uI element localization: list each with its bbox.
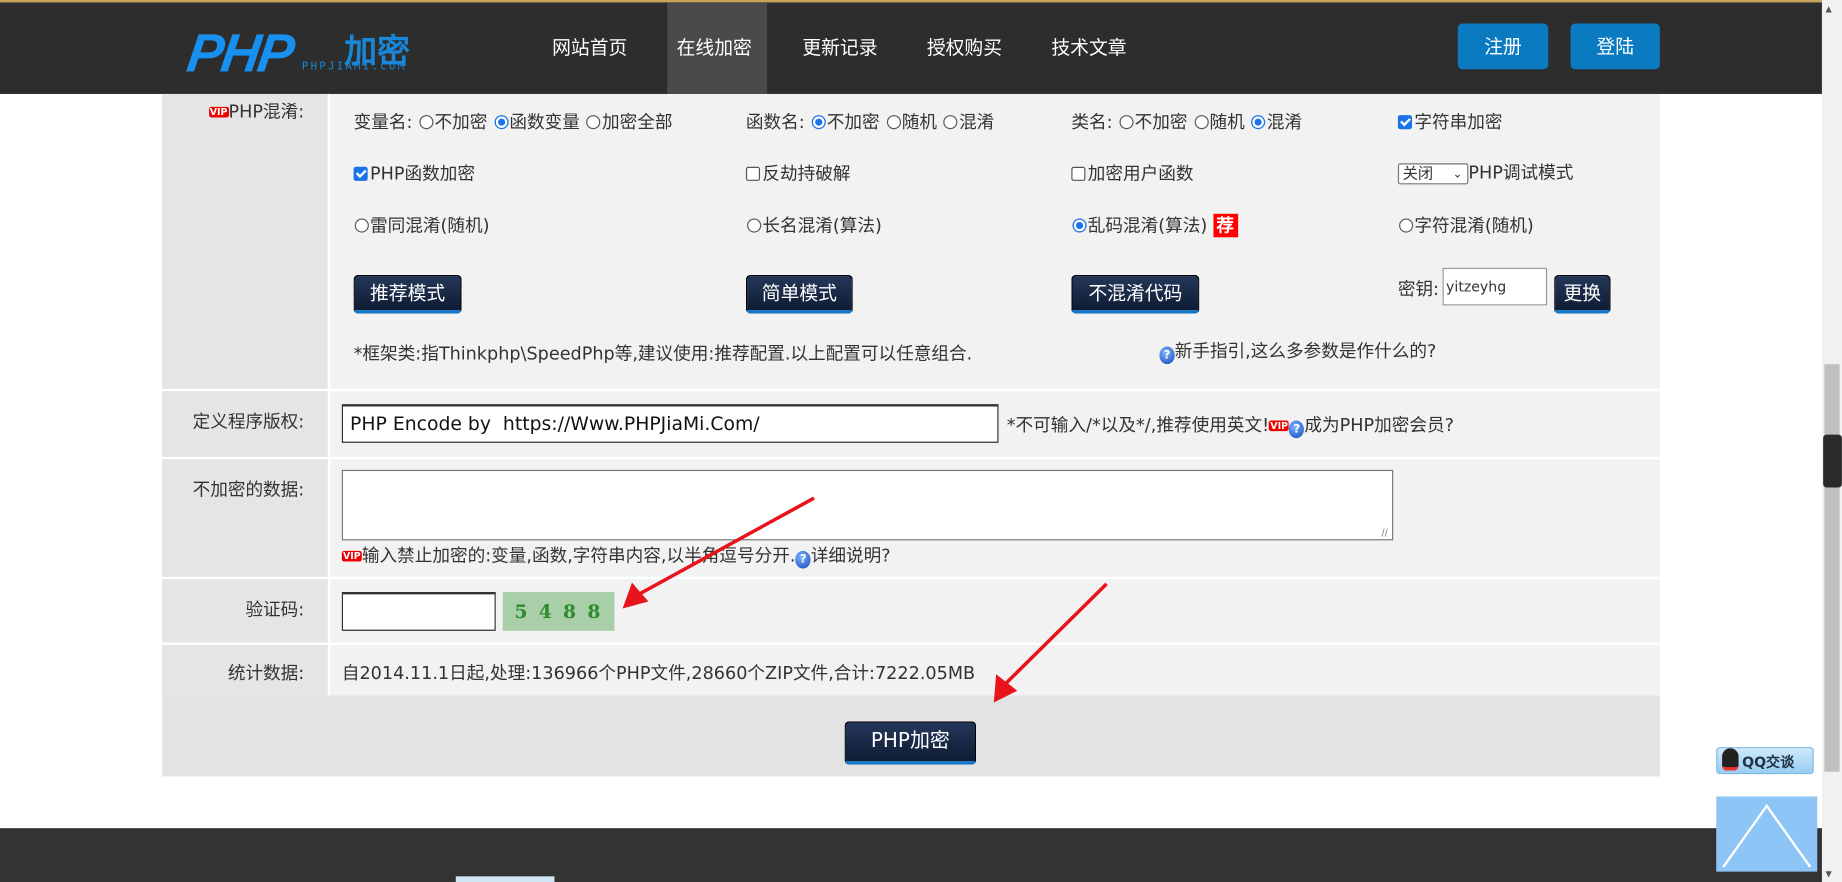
annotation-arrows	[622, 496, 1108, 703]
scroll-up-icon[interactable]: ▲	[1825, 5, 1831, 14]
qq-label: QQ交谈	[1742, 754, 1795, 771]
chevron-up-icon	[1722, 803, 1812, 868]
red-arrow-captcha	[622, 496, 815, 609]
qq-chat-button[interactable]: QQ交谈	[1716, 747, 1814, 775]
footer	[0, 828, 1822, 882]
scroll-down-icon[interactable]: ▼	[1825, 869, 1831, 878]
scrollbar-thumb[interactable]	[1824, 364, 1840, 772]
footer-tab	[455, 876, 555, 882]
qq-penguin-icon	[1722, 748, 1739, 771]
back-to-top-button[interactable]	[1716, 796, 1818, 872]
red-arrow-submit	[993, 582, 1108, 703]
scrollbar[interactable]: ▲ ▼	[1821, 0, 1842, 882]
scroll-marker	[1823, 434, 1842, 488]
